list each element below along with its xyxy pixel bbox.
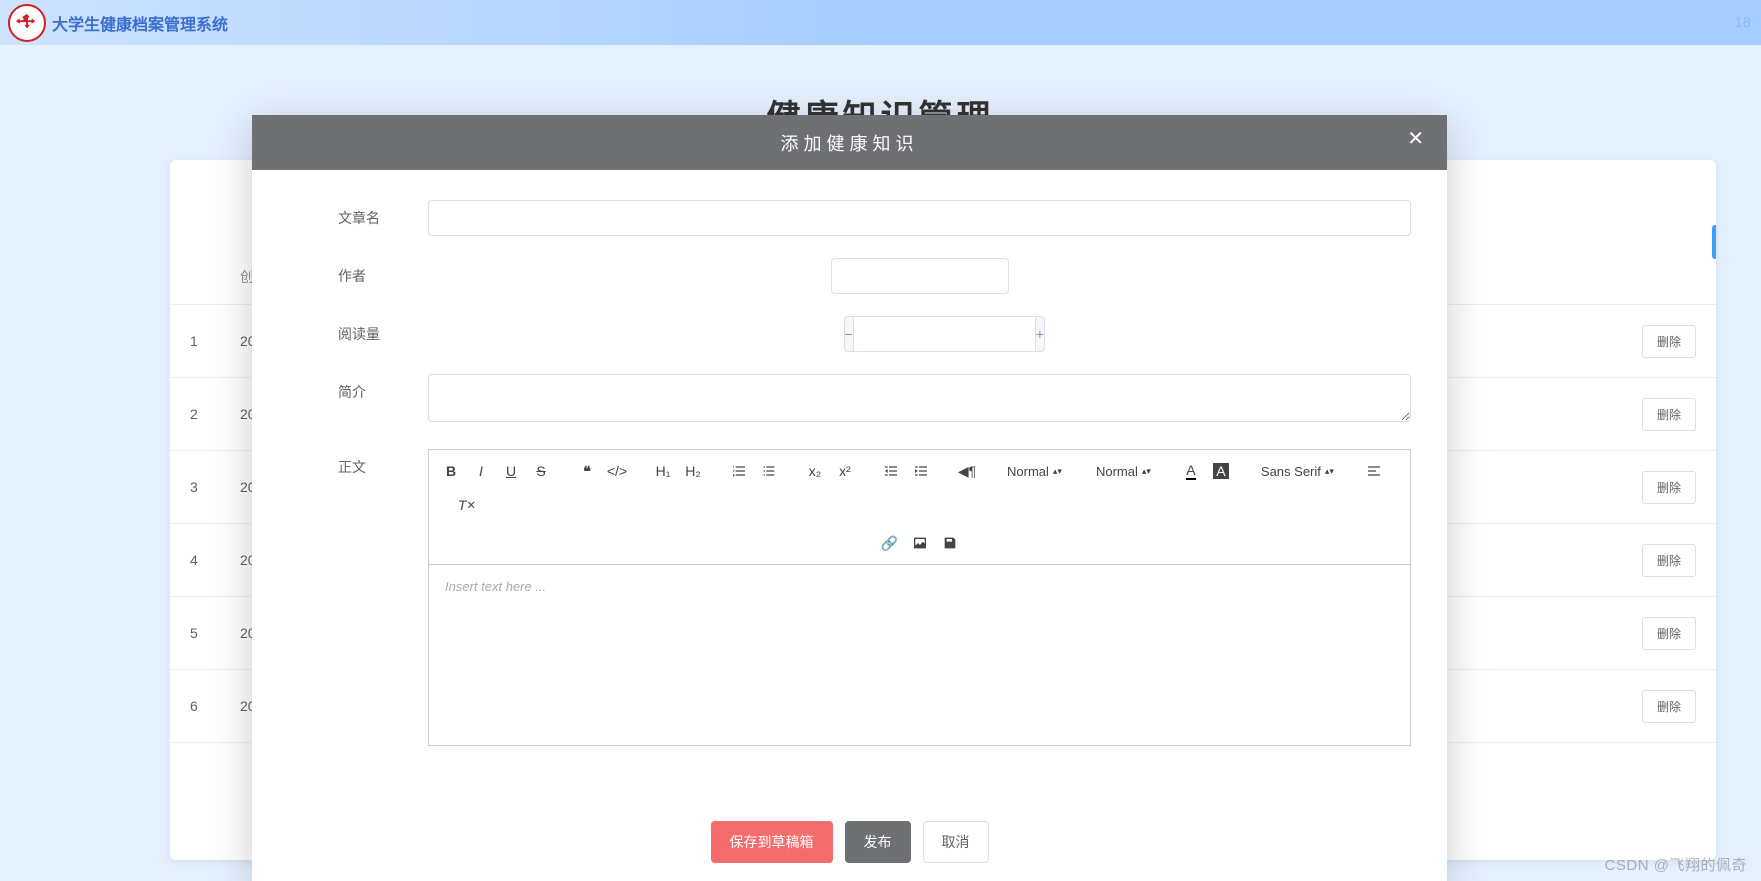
row-index: 5 — [190, 625, 240, 641]
delete-button[interactable]: 删除 — [1642, 325, 1696, 358]
text-color-icon[interactable]: A — [1177, 456, 1205, 486]
modal-header: 添加健康知识 ✕ — [252, 115, 1447, 170]
delete-button[interactable]: 删除 — [1642, 617, 1696, 650]
views-input[interactable] — [853, 316, 1036, 352]
row-index: 6 — [190, 698, 240, 714]
subscript-icon[interactable]: x₂ — [801, 456, 829, 486]
logo-icon — [8, 4, 46, 42]
size-picker[interactable]: Normal▴▾ — [999, 464, 1070, 479]
views-stepper[interactable]: − + — [844, 316, 996, 352]
app-header: 大学生健康档案管理系统 18 — [0, 0, 1761, 45]
editor-content[interactable]: Insert text here ... — [429, 565, 1410, 745]
minus-icon[interactable]: − — [844, 316, 853, 352]
editor-toolbar: B I U S ❝ </> H₁ H₂ — [429, 450, 1410, 565]
row-article-name: 文章名 — [288, 200, 1411, 236]
delete-button[interactable]: 删除 — [1642, 471, 1696, 504]
save-icon[interactable] — [936, 528, 964, 558]
row-summary: 简介 — [288, 374, 1411, 427]
row-author: 作者 — [288, 258, 1411, 294]
close-icon[interactable]: ✕ — [1407, 129, 1429, 149]
author-input[interactable] — [831, 258, 1009, 294]
image-icon[interactable] — [906, 528, 934, 558]
code-icon[interactable]: </> — [603, 456, 631, 486]
link-icon[interactable]: 🔗 — [876, 528, 904, 558]
rich-editor: B I U S ❝ </> H₁ H₂ — [428, 449, 1411, 746]
bold-icon[interactable]: B — [437, 456, 465, 486]
label-article-name: 文章名 — [288, 200, 428, 236]
modal-footer: 保存到草稿箱 发布 取消 — [252, 803, 1447, 881]
add-knowledge-modal: 添加健康知识 ✕ 文章名 作者 阅读量 − + — [252, 115, 1447, 881]
summary-textarea[interactable] — [428, 374, 1411, 422]
row-index: 1 — [190, 333, 240, 349]
add-button-edge[interactable] — [1712, 225, 1716, 259]
row-views: 阅读量 − + — [288, 316, 1411, 352]
delete-button[interactable]: 删除 — [1642, 690, 1696, 723]
direction-icon[interactable]: ◀¶ — [953, 456, 981, 486]
label-body: 正文 — [288, 449, 428, 746]
system-title: 大学生健康档案管理系统 — [52, 11, 228, 35]
modal-body: 文章名 作者 阅读量 − + 简介 — [252, 170, 1447, 803]
label-views: 阅读量 — [288, 316, 428, 352]
underline-icon[interactable]: U — [497, 456, 525, 486]
row-index: 4 — [190, 552, 240, 568]
publish-button[interactable]: 发布 — [845, 821, 911, 863]
label-summary: 简介 — [288, 374, 428, 427]
article-name-input[interactable] — [428, 200, 1411, 236]
row-index: 3 — [190, 479, 240, 495]
save-draft-button[interactable]: 保存到草稿箱 — [711, 821, 833, 863]
header-picker[interactable]: Normal▴▾ — [1088, 464, 1159, 479]
h2-icon[interactable]: H₂ — [679, 456, 707, 486]
delete-button[interactable]: 删除 — [1642, 398, 1696, 431]
bullet-list-icon[interactable] — [755, 456, 783, 486]
modal-title: 添加健康知识 — [781, 130, 919, 156]
indent-icon[interactable] — [907, 456, 935, 486]
font-picker[interactable]: Sans Serif▴▾ — [1253, 464, 1342, 479]
blockquote-icon[interactable]: ❝ — [573, 456, 601, 486]
ordered-list-icon[interactable] — [725, 456, 753, 486]
plus-icon[interactable]: + — [1036, 316, 1045, 352]
header-right-text: 18 — [1734, 0, 1751, 45]
h1-icon[interactable]: H₁ — [649, 456, 677, 486]
outdent-icon[interactable] — [877, 456, 905, 486]
watermark: CSDN @飞翔的佩奇 — [1605, 854, 1747, 875]
italic-icon[interactable]: I — [467, 456, 495, 486]
strike-icon[interactable]: S — [527, 456, 555, 486]
bg-color-icon[interactable]: A — [1207, 456, 1235, 486]
label-author: 作者 — [288, 258, 428, 294]
delete-button[interactable]: 删除 — [1642, 544, 1696, 577]
row-index: 2 — [190, 406, 240, 422]
superscript-icon[interactable]: x² — [831, 456, 859, 486]
row-body: 正文 B I U S ❝ </> H₁ H₂ — [288, 449, 1411, 746]
align-icon[interactable] — [1360, 456, 1388, 486]
clear-format-icon[interactable]: T✕ — [453, 490, 481, 520]
cancel-button[interactable]: 取消 — [923, 821, 989, 863]
